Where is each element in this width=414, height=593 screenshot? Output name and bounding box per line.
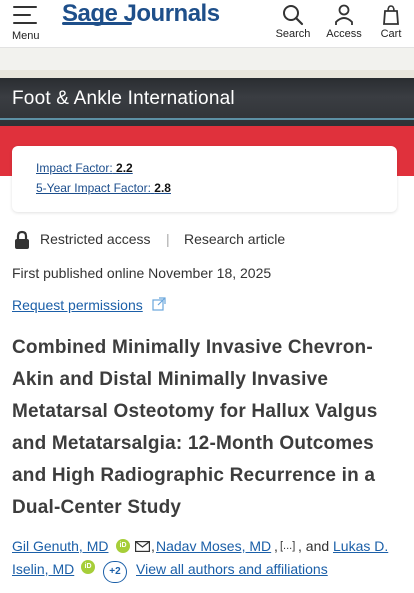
orcid-icon[interactable]: iD [116,539,130,553]
mail-icon[interactable] [135,541,150,552]
search-button[interactable]: Search [273,2,313,42]
access-button[interactable]: Access [324,2,364,42]
orcid-icon[interactable]: iD [81,560,95,574]
impact-factor-label: Impact Factor: [36,161,113,175]
author-link-moses[interactable]: Nadav Moses, MD [156,538,271,554]
cart-button[interactable]: Cart [371,2,411,42]
lock-icon [15,230,29,249]
authors-ellipsis[interactable]: [...] [280,540,295,552]
request-permissions-link[interactable]: Request permissions [12,297,143,313]
search-icon [283,5,304,26]
author-link-genuth[interactable]: Gil Genuth, MD [12,538,108,554]
view-all-authors-link[interactable]: View all authors and affiliations [136,561,328,577]
access-info-row: Restricted access | Research article [12,230,402,250]
menu-button[interactable]: Menu [12,2,42,44]
access-status: Restricted access [40,231,151,247]
cart-label: Cart [380,28,402,40]
more-authors-badge[interactable]: +2 [103,561,127,583]
five-year-impact-factor-label: 5-Year Impact Factor: [36,181,151,195]
site-header: Menu Sage Journals Search Access Cart [0,0,414,48]
article-title: Combined Minimally Invasive Chevron-Akin… [12,337,378,518]
five-year-impact-factor-link[interactable]: 5-Year Impact Factor: 2.8 [36,181,171,195]
logo-underline [62,22,132,25]
author-separator: , [151,538,155,554]
person-icon [335,4,353,25]
banner-light-band [0,70,414,78]
publication-date: First published online November 18, 2025 [12,265,272,281]
external-link-icon [152,297,166,311]
authors-and: , and [298,538,330,554]
impact-factor-link[interactable]: Impact Factor: 2.2 [36,161,133,175]
banner-top-band [0,48,414,70]
search-label: Search [275,28,311,40]
impact-factor-value: 2.2 [116,161,133,175]
journal-title[interactable]: Foot & Ankle International [12,88,235,110]
author-link-iselin-cont[interactable]: Iselin, MD [12,561,74,577]
article-type: Research article [184,231,286,247]
menu-icon [13,6,37,24]
journal-metrics-card: Impact Factor: 2.2 5-Year Impact Factor:… [12,146,397,212]
five-year-impact-factor-value: 2.8 [154,181,171,195]
separator: | [166,231,170,247]
menu-label: Menu [12,30,40,42]
cart-icon [383,5,399,25]
access-label: Access [326,28,362,40]
author-link-iselin[interactable]: Lukas D. [333,538,388,554]
author-separator: , [274,538,278,554]
author-list: Gil Genuth, MD iD , Nadav Moses, MD , [.… [12,538,408,590]
